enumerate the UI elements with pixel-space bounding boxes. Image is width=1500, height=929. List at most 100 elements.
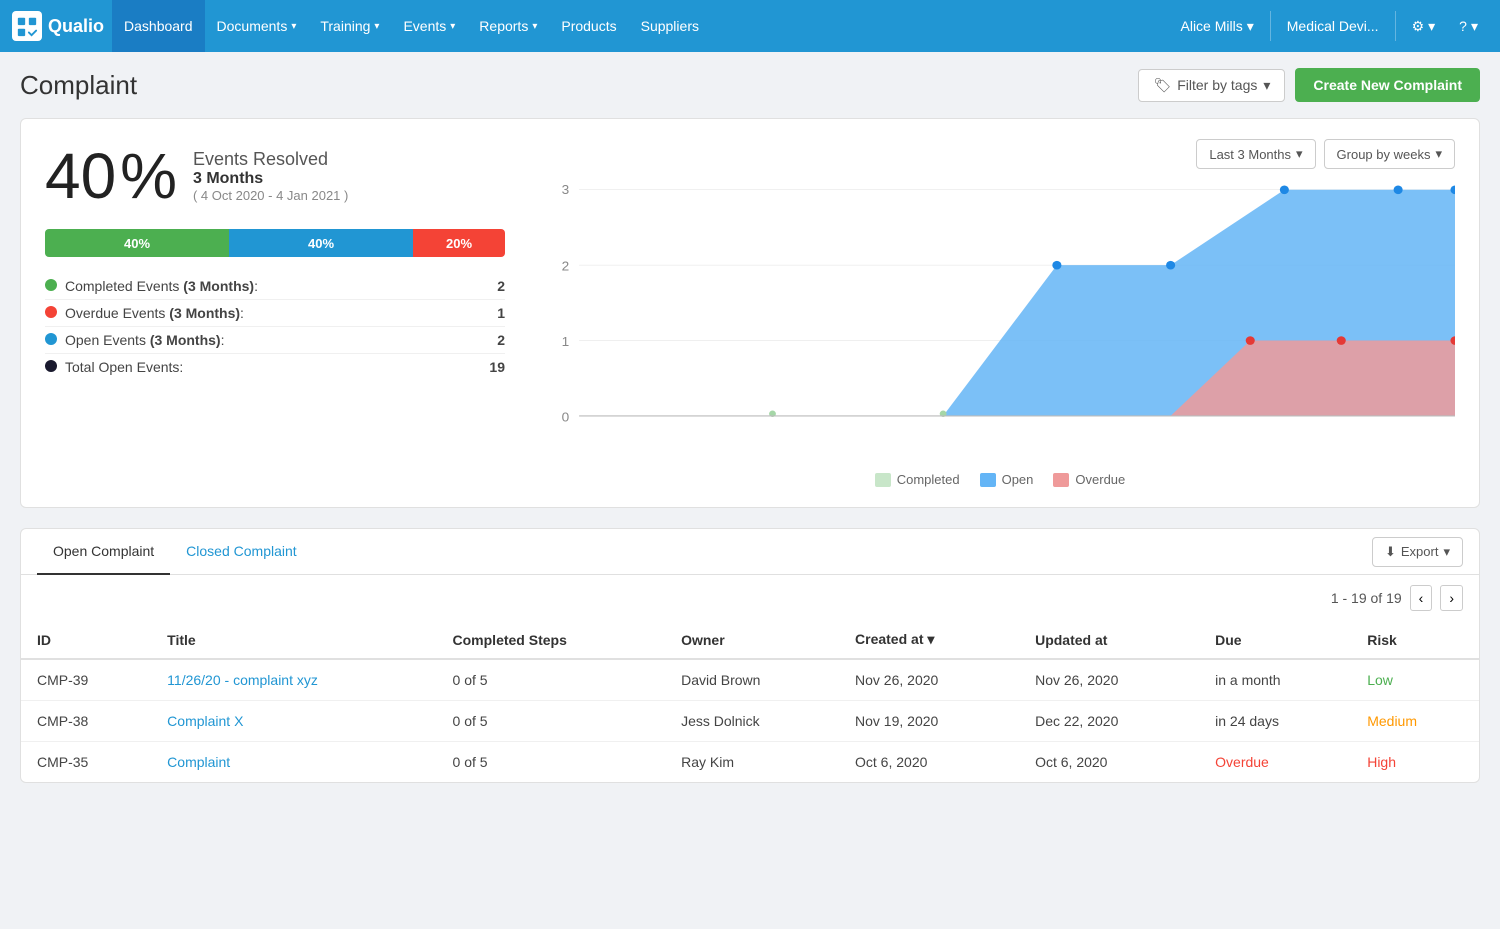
nav-reports[interactable]: Reports ▾ — [467, 0, 549, 52]
legend-row-open: Open Events (3 Months): 2 — [45, 327, 505, 354]
cell-risk: Low — [1351, 659, 1479, 701]
table-row: CMP-38 Complaint X 0 of 5 Jess Dolnick N… — [21, 701, 1479, 742]
chevron-down-icon: ▾ — [1296, 146, 1303, 162]
nav-training[interactable]: Training ▾ — [308, 0, 391, 52]
brand-logo[interactable]: Qualio — [12, 11, 104, 41]
cell-id: CMP-38 — [21, 701, 151, 742]
cell-risk: High — [1351, 742, 1479, 783]
cell-title[interactable]: 11/26/20 - complaint xyz — [151, 659, 436, 701]
pagination-row: 1 - 19 of 19 ‹ › — [21, 575, 1479, 621]
tabs-row: Open Complaint Closed Complaint ⬇ Export… — [21, 529, 1479, 575]
pagination-info: 1 - 19 of 19 — [1331, 590, 1402, 606]
progress-overdue: 20% — [413, 229, 505, 257]
overdue-dot — [1337, 336, 1346, 345]
legend-row-overdue: Overdue Events (3 Months): 1 — [45, 300, 505, 327]
help-menu[interactable]: ? ▾ — [1449, 0, 1488, 52]
open-count: 2 — [474, 327, 505, 354]
org-menu[interactable]: Medical Devi... — [1277, 0, 1389, 52]
user-menu[interactable]: Alice Mills ▾ — [1171, 0, 1264, 52]
cell-owner: Jess Dolnick — [665, 701, 839, 742]
nav-documents[interactable]: Documents ▾ — [205, 0, 309, 52]
nav-dashboard[interactable]: Dashboard — [112, 0, 205, 52]
tab-closed-complaint[interactable]: Closed Complaint — [170, 529, 313, 575]
chevron-down-icon: ▾ — [1435, 146, 1442, 162]
stats-right: Last 3 Months ▾ Group by weeks ▾ 3 2 1 0 — [545, 139, 1455, 487]
nav-suppliers[interactable]: Suppliers — [629, 0, 711, 52]
cell-created: Oct 6, 2020 — [839, 742, 1019, 783]
cell-owner: Ray Kim — [665, 742, 839, 783]
page-header: Complaint 🏷 Filter by tags ▾ Create New … — [20, 68, 1480, 102]
group-filter-button[interactable]: Group by weeks ▾ — [1324, 139, 1455, 169]
chevron-down-icon: ▾ — [1428, 18, 1435, 35]
time-filter-button[interactable]: Last 3 Months ▾ — [1196, 139, 1315, 169]
open-legend-box — [980, 473, 996, 487]
events-resolved-info: Events Resolved 3 Months ( 4 Oct 2020 - … — [193, 139, 348, 203]
settings-menu[interactable]: ⚙ ▾ — [1402, 0, 1446, 52]
table-header-row: ID Title Completed Steps Owner Created a… — [21, 621, 1479, 659]
legend-item-open: Open — [980, 472, 1034, 487]
chart-legend: Completed Open Overdue — [545, 472, 1455, 487]
completed-dot — [45, 279, 57, 291]
svg-text:3: 3 — [562, 182, 570, 197]
nav-products[interactable]: Products — [549, 0, 628, 52]
cell-updated: Dec 22, 2020 — [1019, 701, 1199, 742]
cell-updated: Nov 26, 2020 — [1019, 659, 1199, 701]
next-page-button[interactable]: › — [1440, 585, 1463, 611]
page-content: Complaint 🏷 Filter by tags ▾ Create New … — [0, 52, 1500, 799]
cell-steps: 0 of 5 — [437, 742, 666, 783]
legend-row-completed: Completed Events (3 Months): 2 — [45, 273, 505, 300]
gear-icon: ⚙ — [1412, 18, 1425, 35]
open-dot — [45, 333, 57, 345]
col-risk: Risk — [1351, 621, 1479, 659]
col-due: Due — [1199, 621, 1351, 659]
overdue-legend-label: Overdue — [1075, 472, 1125, 487]
big-percent-symbol: % — [120, 140, 177, 212]
chart-area: 3 2 1 0 — [545, 179, 1455, 487]
cell-steps: 0 of 5 — [437, 659, 666, 701]
cell-due: in a month — [1199, 659, 1351, 701]
stats-card: 40 % Events Resolved 3 Months ( 4 Oct 20… — [20, 118, 1480, 508]
legend-row-total: Total Open Events: 19 — [45, 354, 505, 381]
create-new-complaint-button[interactable]: Create New Complaint — [1295, 68, 1480, 102]
total-count: 19 — [474, 354, 505, 381]
overdue-dot — [1246, 336, 1255, 345]
stats-left: 40 % Events Resolved 3 Months ( 4 Oct 20… — [45, 139, 505, 487]
export-button[interactable]: ⬇ Export ▾ — [1372, 537, 1463, 567]
total-dot — [45, 360, 57, 372]
overdue-legend-box — [1053, 473, 1069, 487]
header-actions: 🏷 Filter by tags ▾ Create New Complaint — [1138, 68, 1480, 102]
progress-bar: 40% 40% 20% — [45, 229, 505, 257]
tabs: Open Complaint Closed Complaint — [37, 529, 313, 574]
cell-title[interactable]: Complaint X — [151, 701, 436, 742]
chevron-down-icon: ▾ — [1471, 18, 1478, 35]
nav-events[interactable]: Events ▾ — [391, 0, 467, 52]
chevron-down-icon: ▾ — [1443, 544, 1450, 560]
page-title: Complaint — [20, 70, 137, 101]
overdue-dot — [45, 306, 57, 318]
col-updated-at: Updated at — [1019, 621, 1199, 659]
cell-updated: Oct 6, 2020 — [1019, 742, 1199, 783]
cell-risk: Medium — [1351, 701, 1479, 742]
overdue-count: 1 — [474, 300, 505, 327]
events-resolved-date: ( 4 Oct 2020 - 4 Jan 2021 ) — [193, 188, 348, 203]
filter-by-tags-button[interactable]: 🏷 Filter by tags ▾ — [1138, 69, 1285, 102]
brand-name: Qualio — [48, 16, 104, 37]
col-owner: Owner — [665, 621, 839, 659]
chart-controls: Last 3 Months ▾ Group by weeks ▾ — [1196, 139, 1455, 169]
tab-open-complaint[interactable]: Open Complaint — [37, 529, 170, 575]
cell-steps: 0 of 5 — [437, 701, 666, 742]
cell-title[interactable]: Complaint — [151, 742, 436, 783]
chevron-down-icon: ▾ — [374, 21, 379, 32]
col-id: ID — [21, 621, 151, 659]
svg-text:1: 1 — [562, 334, 570, 349]
legend-table: Completed Events (3 Months): 2 Overdue E… — [45, 273, 505, 380]
nav-divider — [1270, 11, 1271, 41]
events-resolved-label: Events Resolved — [193, 149, 348, 170]
col-created-at[interactable]: Created at ▾ — [839, 621, 1019, 659]
open-dot — [1166, 261, 1175, 270]
table-row: CMP-39 11/26/20 - complaint xyz 0 of 5 D… — [21, 659, 1479, 701]
download-icon: ⬇ — [1385, 544, 1396, 560]
chevron-down-icon: ▾ — [1247, 18, 1254, 35]
prev-page-button[interactable]: ‹ — [1410, 585, 1433, 611]
svg-text:0: 0 — [562, 410, 570, 425]
